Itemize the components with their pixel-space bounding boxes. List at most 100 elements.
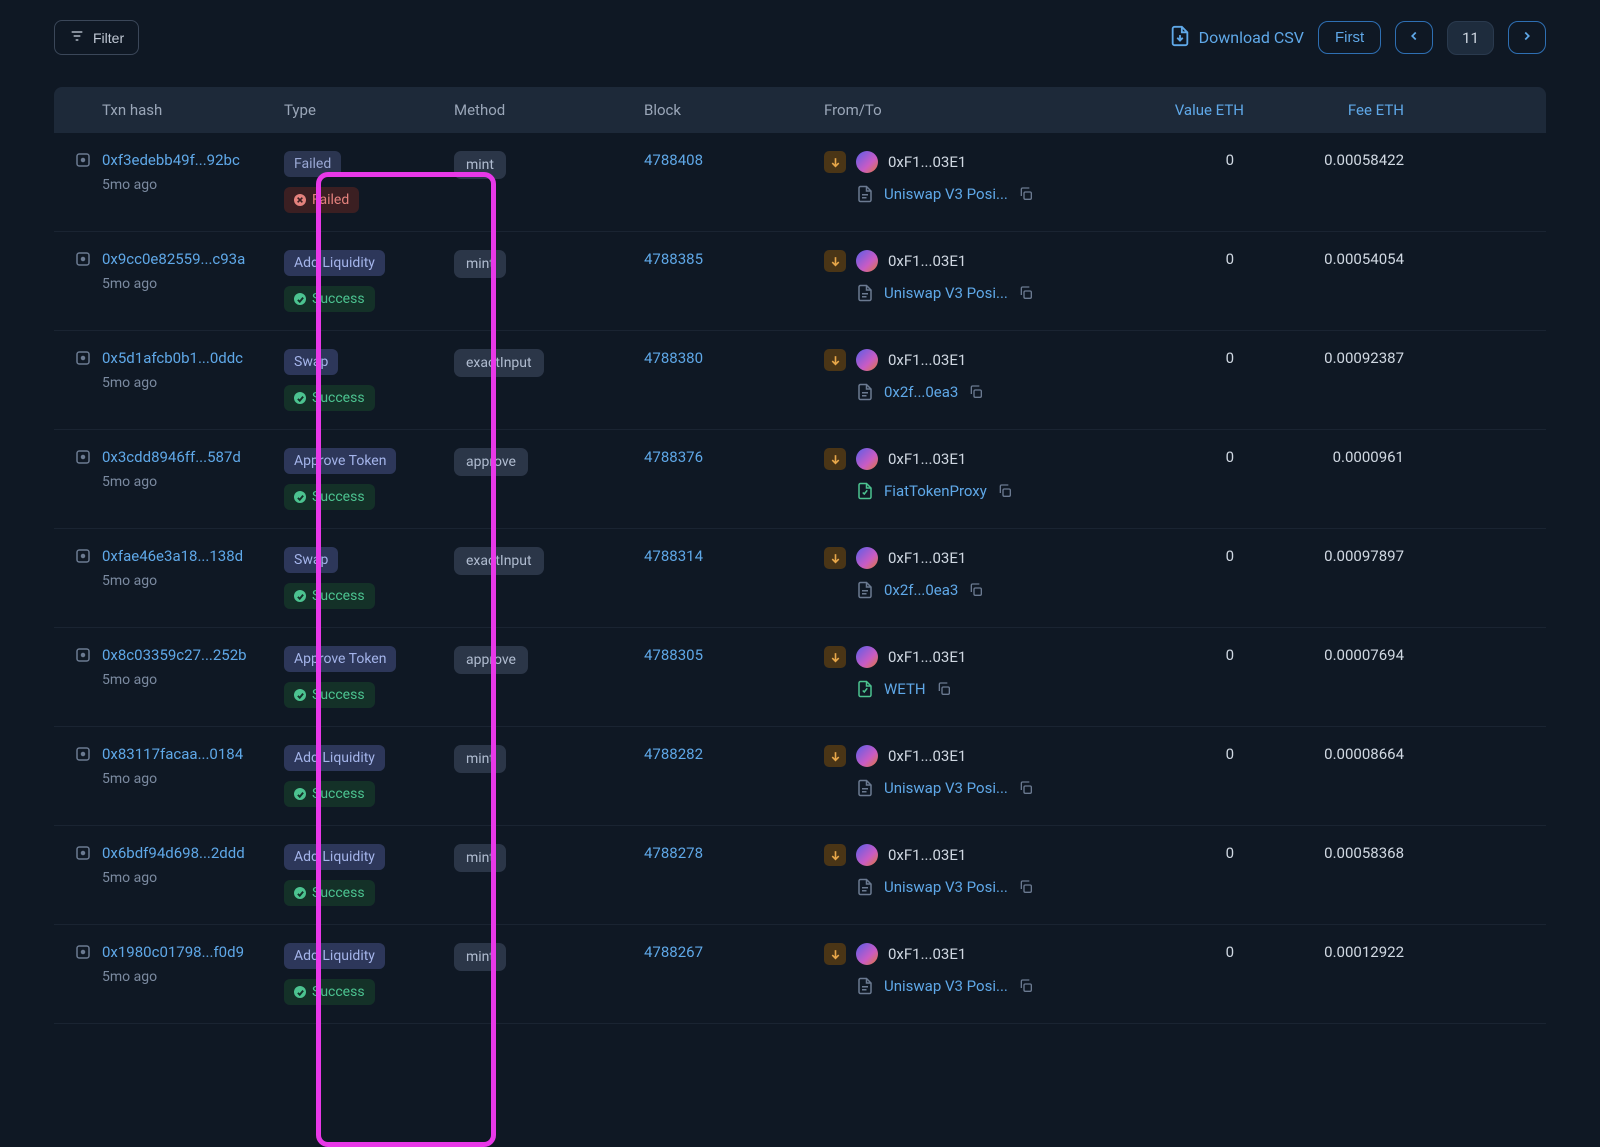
chevron-left-icon — [1407, 29, 1421, 46]
txn-age: 5mo ago — [74, 276, 284, 292]
table-row: 0x9cc0e82559...c93a 5mo ago Add Liquidit… — [54, 232, 1546, 331]
txn-hash-link[interactable]: 0xf3edebb49f...92bc — [102, 151, 240, 169]
avatar — [856, 349, 878, 371]
copy-icon[interactable] — [936, 681, 952, 697]
details-icon[interactable] — [74, 349, 92, 367]
from-address[interactable]: 0xF1...03E1 — [888, 351, 966, 369]
status-badge: Success — [284, 583, 375, 609]
col-value[interactable]: Value ETH — [1114, 101, 1244, 119]
block-link[interactable]: 4788305 — [644, 646, 703, 664]
to-address-link[interactable]: FiatTokenProxy — [884, 482, 987, 500]
fee-eth: 0.00054054 — [1244, 250, 1404, 268]
block-link[interactable]: 4788314 — [644, 547, 703, 565]
check-icon — [294, 590, 306, 602]
txn-hash-link[interactable]: 0x6bdf94d698...2ddd — [102, 844, 245, 862]
txn-hash-link[interactable]: 0x8c03359c27...252b — [102, 646, 247, 664]
from-address[interactable]: 0xF1...03E1 — [888, 846, 966, 864]
from-address[interactable]: 0xF1...03E1 — [888, 450, 966, 468]
txn-hash-link[interactable]: 0xfae46e3a18...138d — [102, 547, 243, 565]
copy-icon[interactable] — [1018, 978, 1034, 994]
block-link[interactable]: 4788408 — [644, 151, 703, 169]
direction-in-icon — [824, 547, 846, 569]
txn-hash-link[interactable]: 0x9cc0e82559...c93a — [102, 250, 245, 268]
type-tag: Add Liquidity — [284, 943, 385, 969]
direction-in-icon — [824, 943, 846, 965]
avatar — [856, 151, 878, 173]
txn-hash-link[interactable]: 0x83117facaa...0184 — [102, 745, 243, 763]
status-badge: Success — [284, 781, 375, 807]
to-address-link[interactable]: Uniswap V3 Posi... — [884, 977, 1008, 995]
details-icon[interactable] — [74, 547, 92, 565]
prev-page-button[interactable] — [1395, 21, 1433, 54]
to-address-link[interactable]: 0x2f...0ea3 — [884, 383, 958, 401]
direction-in-icon — [824, 250, 846, 272]
table-row: 0xfae46e3a18...138d 5mo ago Swap Success… — [54, 529, 1546, 628]
copy-icon[interactable] — [968, 582, 984, 598]
copy-icon[interactable] — [1018, 879, 1034, 895]
to-address-link[interactable]: Uniswap V3 Posi... — [884, 878, 1008, 896]
details-icon[interactable] — [74, 844, 92, 862]
next-page-button[interactable] — [1508, 21, 1546, 54]
txn-age: 5mo ago — [74, 969, 284, 985]
current-page: 11 — [1447, 21, 1494, 55]
details-icon[interactable] — [74, 151, 92, 169]
copy-icon[interactable] — [1018, 186, 1034, 202]
contract-icon — [856, 185, 874, 203]
details-icon[interactable] — [74, 250, 92, 268]
download-csv-link[interactable]: Download CSV — [1169, 25, 1304, 51]
copy-icon[interactable] — [997, 483, 1013, 499]
details-icon[interactable] — [74, 745, 92, 763]
col-fee[interactable]: Fee ETH — [1244, 101, 1404, 119]
details-icon[interactable] — [74, 646, 92, 664]
to-address-link[interactable]: Uniswap V3 Posi... — [884, 779, 1008, 797]
direction-in-icon — [824, 844, 846, 866]
first-page-button[interactable]: First — [1318, 21, 1381, 54]
details-icon[interactable] — [74, 943, 92, 961]
from-address[interactable]: 0xF1...03E1 — [888, 747, 966, 765]
from-address[interactable]: 0xF1...03E1 — [888, 549, 966, 567]
block-link[interactable]: 4788385 — [644, 250, 703, 268]
status-badge: Success — [284, 880, 375, 906]
to-address-link[interactable]: Uniswap V3 Posi... — [884, 284, 1008, 302]
from-address[interactable]: 0xF1...03E1 — [888, 252, 966, 270]
avatar — [856, 745, 878, 767]
status-badge: Success — [284, 286, 375, 312]
to-address-link[interactable]: WETH — [884, 680, 926, 698]
txn-age: 5mo ago — [74, 573, 284, 589]
txn-age: 5mo ago — [74, 177, 284, 193]
txn-hash-link[interactable]: 0x5d1afcb0b1...0ddc — [102, 349, 243, 367]
contract-icon — [856, 581, 874, 599]
from-address[interactable]: 0xF1...03E1 — [888, 945, 966, 963]
block-link[interactable]: 4788278 — [644, 844, 703, 862]
check-icon — [294, 887, 306, 899]
block-link[interactable]: 4788267 — [644, 943, 703, 961]
check-icon — [294, 392, 306, 404]
from-address[interactable]: 0xF1...03E1 — [888, 153, 966, 171]
txn-age: 5mo ago — [74, 672, 284, 688]
col-method: Method — [454, 101, 644, 119]
block-link[interactable]: 4788376 — [644, 448, 703, 466]
from-address[interactable]: 0xF1...03E1 — [888, 648, 966, 666]
table-row: 0x6bdf94d698...2ddd 5mo ago Add Liquidit… — [54, 826, 1546, 925]
txn-hash-link[interactable]: 0x1980c01798...f0d9 — [102, 943, 244, 961]
status-badge: Success — [284, 979, 375, 1005]
txn-hash-link[interactable]: 0x3cdd8946ff...587d — [102, 448, 241, 466]
value-eth: 0 — [1114, 745, 1244, 763]
to-address-link[interactable]: 0x2f...0ea3 — [884, 581, 958, 599]
filter-button[interactable]: Filter — [54, 20, 139, 55]
value-eth: 0 — [1114, 151, 1244, 169]
details-icon[interactable] — [74, 448, 92, 466]
type-tag: Add Liquidity — [284, 250, 385, 276]
copy-icon[interactable] — [1018, 780, 1034, 796]
block-link[interactable]: 4788380 — [644, 349, 703, 367]
contract-icon — [856, 383, 874, 401]
copy-icon[interactable] — [1018, 285, 1034, 301]
contract-icon — [856, 878, 874, 896]
txn-age: 5mo ago — [74, 870, 284, 886]
copy-icon[interactable] — [968, 384, 984, 400]
status-badge: Failed — [284, 187, 359, 213]
check-icon — [294, 491, 306, 503]
block-link[interactable]: 4788282 — [644, 745, 703, 763]
avatar — [856, 547, 878, 569]
to-address-link[interactable]: Uniswap V3 Posi... — [884, 185, 1008, 203]
